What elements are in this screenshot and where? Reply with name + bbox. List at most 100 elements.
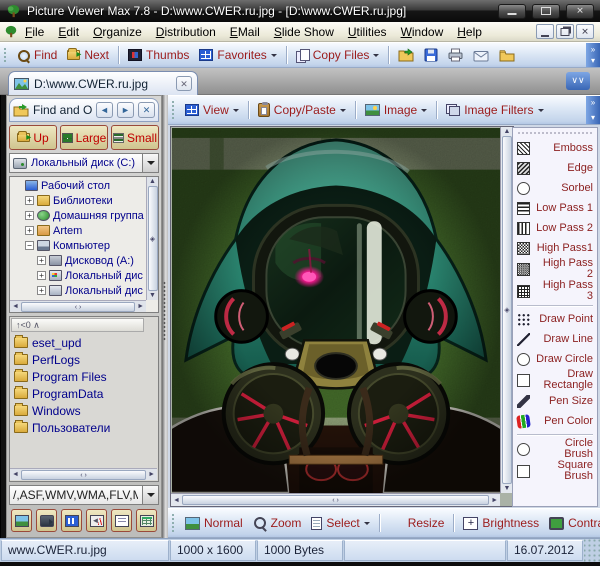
drive-dropdown-button[interactable] xyxy=(142,154,158,172)
scroll-right-icon[interactable]: ► xyxy=(148,471,155,478)
menu-help[interactable]: Help xyxy=(450,24,489,40)
folder-item-perflogs[interactable]: PerfLogs xyxy=(11,351,157,368)
folder-item-eset-upd[interactable]: eset_upd xyxy=(11,334,157,351)
resize-button[interactable]: Resize xyxy=(384,514,450,532)
thumbs-button[interactable]: Thumbs xyxy=(123,46,194,64)
tab-close-button[interactable]: ✕ xyxy=(176,76,192,91)
photo-button[interactable] xyxy=(11,509,32,532)
scroll-right-icon[interactable]: ► xyxy=(491,497,498,504)
folder-horizontal-scrollbar[interactable]: ◄ ‹ › ► xyxy=(10,468,157,480)
contrast-button[interactable]: Contrast xyxy=(544,514,600,532)
tree-hscroll-thumb[interactable]: ‹ › xyxy=(21,302,135,312)
image-button[interactable]: Image xyxy=(360,101,432,119)
filter-draw-rectangle[interactable]: Draw Rectangle xyxy=(515,369,595,391)
filter-draw-point[interactable]: Draw Point xyxy=(515,309,595,329)
folder-item-programdata[interactable]: ProgramData xyxy=(11,385,157,402)
maximize-button[interactable] xyxy=(532,4,560,19)
filter-draw-line[interactable]: Draw Line xyxy=(515,329,595,349)
close-button[interactable] xyxy=(566,4,594,19)
expander-icon[interactable]: + xyxy=(37,271,46,280)
scroll-left-icon[interactable]: ◄ xyxy=(173,497,180,504)
menu-slide-show[interactable]: Slide Show xyxy=(267,24,341,40)
find-button[interactable]: Find xyxy=(12,46,62,64)
toolbar-grip[interactable] xyxy=(171,513,176,533)
filter-emboss[interactable]: Emboss xyxy=(515,138,595,158)
scroll-left-icon[interactable]: ◄ xyxy=(12,471,19,478)
toolbar-overflow-chevron[interactable]: »▾ xyxy=(586,96,600,124)
scroll-down-icon[interactable]: ▼ xyxy=(504,485,511,492)
panel-drag-handle[interactable] xyxy=(517,131,593,135)
tree-item-локальный-дис[interactable]: +Локальный дис xyxy=(11,283,146,298)
tree-item-домашняя-группа[interactable]: +Домашняя группа xyxy=(11,208,146,223)
print-button[interactable] xyxy=(443,46,468,64)
open-button[interactable] xyxy=(393,46,419,64)
mdi-restore-button[interactable] xyxy=(556,24,574,39)
filter-high-pass-3[interactable]: High Pass 3 xyxy=(515,280,595,302)
tree-item-компьютер[interactable]: −Компьютер xyxy=(11,238,146,253)
film-button[interactable] xyxy=(61,509,82,532)
expander-icon[interactable]: − xyxy=(25,241,34,250)
scroll-right-icon[interactable]: ► xyxy=(137,303,144,310)
filter-low-pass-1[interactable]: Low Pass 1 xyxy=(515,198,595,218)
view-button[interactable]: View xyxy=(180,101,244,119)
sound-button[interactable] xyxy=(86,509,107,532)
select-button[interactable]: Select xyxy=(306,514,374,532)
tree-item-рабочий-стол[interactable]: Рабочий стол xyxy=(11,178,146,193)
tree-horizontal-scrollbar[interactable]: ◄ ‹ › ► xyxy=(10,300,146,312)
next-button[interactable]: Next xyxy=(62,46,114,64)
menu-edit[interactable]: Edit xyxy=(51,24,86,40)
filter-high-pass-1[interactable]: High Pass1 xyxy=(515,238,595,258)
brightness-button[interactable]: Brightness xyxy=(458,514,544,532)
tree-vscroll-thumb[interactable]: ◈ xyxy=(148,186,158,291)
save-button[interactable] xyxy=(419,46,443,64)
up-button[interactable]: Up xyxy=(9,125,57,150)
scroll-left-icon[interactable]: ◄ xyxy=(12,303,19,310)
expander-icon[interactable]: + xyxy=(25,196,34,205)
viewer-image[interactable] xyxy=(172,128,500,493)
filter-draw-circle[interactable]: Draw Circle xyxy=(515,349,595,369)
drive-selector[interactable]: Локальный диск (C:) xyxy=(9,153,159,173)
tree-item-библиотеки[interactable]: +Библиотеки xyxy=(11,193,146,208)
tree-item-дисковод-a[interactable]: +Дисковод (A:) xyxy=(11,253,146,268)
filter-low-pass-2[interactable]: Low Pass 2 xyxy=(515,218,595,238)
menu-window[interactable]: Window xyxy=(394,24,451,40)
tab-overflow-chevron[interactable]: ∨∨ xyxy=(566,72,590,90)
image-hscroll-thumb[interactable]: ‹ › xyxy=(182,495,489,505)
filter-sorbel[interactable]: Sorbel xyxy=(515,178,595,198)
filter-pen-size[interactable]: Pen Size xyxy=(515,391,595,411)
filter-pen-color[interactable]: Pen Color xyxy=(515,411,595,431)
resize-grip-icon[interactable] xyxy=(584,539,600,562)
toolbar-overflow-chevron[interactable]: »▾ xyxy=(586,43,600,67)
scroll-down-icon[interactable]: ▼ xyxy=(149,292,156,299)
filter-square-brush[interactable]: Square Brush xyxy=(515,460,595,482)
forward-button[interactable]: ► xyxy=(117,102,134,118)
back-button[interactable]: ◄ xyxy=(96,102,113,118)
scroll-up-icon[interactable]: ▲ xyxy=(504,128,511,135)
minimize-button[interactable] xyxy=(498,4,526,19)
mdi-minimize-button[interactable] xyxy=(536,24,554,39)
favorites-button[interactable]: Favorites xyxy=(194,46,281,64)
email-button[interactable] xyxy=(468,47,494,64)
expander-icon[interactable]: + xyxy=(37,286,46,295)
large-view-button[interactable]: Large xyxy=(60,125,108,150)
panel-close-button[interactable]: ✕ xyxy=(138,102,155,118)
filter-circle-brush[interactable]: Circle Brush xyxy=(515,438,595,460)
folder-hscroll-thumb[interactable]: ‹ › xyxy=(21,470,146,480)
toolbar-grip[interactable] xyxy=(171,100,176,120)
tree-vertical-scrollbar[interactable]: ▲ ◈ ▼ xyxy=(146,177,158,300)
report-button[interactable] xyxy=(111,509,132,532)
image-vscroll-thumb[interactable]: ◈ xyxy=(502,136,512,484)
expander-icon[interactable]: + xyxy=(25,211,34,220)
expander-icon[interactable]: + xyxy=(25,226,34,235)
filter-high-pass-2[interactable]: High Pass 2 xyxy=(515,258,595,280)
camera-button[interactable] xyxy=(36,509,57,532)
toolbar-grip[interactable] xyxy=(3,47,8,64)
copy-files-button[interactable]: Copy Files xyxy=(291,46,385,64)
folder-item-program-files[interactable]: Program Files xyxy=(11,368,157,385)
folder-item-пользователи[interactable]: Пользователи xyxy=(11,419,157,436)
image-filters-button[interactable]: Image Filters xyxy=(441,101,548,119)
document-tab[interactable]: D:\www.CWER.ru.jpg ✕ xyxy=(8,71,198,95)
copy-paste-button[interactable]: Copy/Paste xyxy=(253,101,351,119)
folder-item-windows[interactable]: Windows xyxy=(11,402,157,419)
expander-icon[interactable]: + xyxy=(37,256,46,265)
